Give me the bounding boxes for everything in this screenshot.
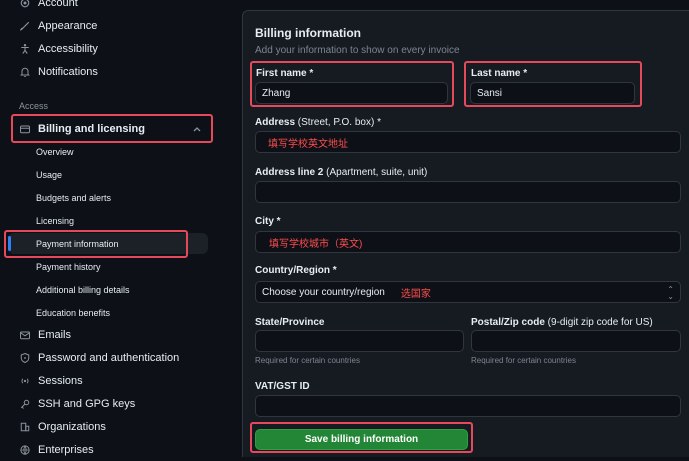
broadcast-icon <box>18 374 32 388</box>
sidebar-item-account[interactable]: Account <box>8 0 208 14</box>
globe-icon <box>18 443 32 457</box>
postal-label-text: Postal/Zip code <box>471 317 545 328</box>
sidebar-item-emails[interactable]: Emails <box>8 324 208 346</box>
gear-icon <box>18 0 32 10</box>
billing-subtitle: Add your information to show on every in… <box>255 45 460 56</box>
sidebar-subitem-licensing[interactable]: Licensing <box>36 211 74 231</box>
sidebar-item-notifications[interactable]: Notifications <box>8 61 208 83</box>
sidebar-item-label: Notifications <box>38 66 98 78</box>
sidebar-item-label: Billing and licensing <box>38 123 145 135</box>
organization-icon <box>18 420 32 434</box>
sidebar-item-appearance[interactable]: Appearance <box>8 15 208 37</box>
address-value: 填写学校英文地址 <box>268 138 348 150</box>
save-billing-button[interactable]: Save billing information <box>255 429 468 450</box>
address-label: Address (Street, P.O. box) * <box>255 117 381 128</box>
country-label: Country/Region * <box>255 265 337 276</box>
bell-icon <box>18 65 32 79</box>
select-arrows-icon: ⌃ ⌄ <box>667 285 674 301</box>
address-input[interactable]: 填写学校英文地址 <box>255 131 681 153</box>
address2-input[interactable] <box>255 181 681 203</box>
city-input[interactable]: 填写学校城市（英文) <box>255 231 681 253</box>
billing-title: Billing information <box>255 26 361 40</box>
sidebar-item-label: Accessibility <box>38 43 98 55</box>
accessibility-icon <box>18 42 32 56</box>
sidebar-item-sessions[interactable]: Sessions <box>8 370 208 392</box>
last-name-input[interactable]: Sansi <box>470 82 635 104</box>
sidebar-item-organizations[interactable]: Organizations <box>8 416 208 438</box>
country-annotation: 选国家 <box>400 288 431 300</box>
sidebar-subitem-payment-history[interactable]: Payment history <box>36 257 101 277</box>
city-label: City * <box>255 216 281 227</box>
chevron-up-icon[interactable] <box>192 124 202 134</box>
sidebar-item-label: Enterprises <box>38 444 94 456</box>
first-name-label: First name * <box>256 68 314 79</box>
vat-label: VAT/GST ID <box>255 381 310 392</box>
sidebar-item-label: Sessions <box>38 375 83 387</box>
last-name-value: Sansi <box>477 87 503 99</box>
first-name-input[interactable]: Zhang <box>255 82 448 104</box>
settings-sidebar: Account Appearance Accessibility Notific… <box>0 0 222 456</box>
sidebar-item-billing[interactable]: Billing and licensing <box>8 118 208 140</box>
sidebar-item-label: Account <box>38 0 78 9</box>
sidebar-subitem-usage[interactable]: Usage <box>36 165 62 185</box>
sidebar-subitem-payment-info[interactable]: Payment information <box>36 234 119 254</box>
last-name-label: Last name * <box>471 68 528 79</box>
credit-card-icon <box>18 122 32 136</box>
sidebar-item-label: Organizations <box>38 421 106 433</box>
active-indicator <box>8 236 11 251</box>
state-hint: Required for certain countries <box>255 356 360 365</box>
sidebar-item-password[interactable]: Password and authentication <box>8 347 208 369</box>
sidebar-subitem-budgets[interactable]: Budgets and alerts <box>36 188 111 208</box>
address-label-text: Address <box>255 117 296 128</box>
state-input[interactable] <box>255 330 464 352</box>
paintbrush-icon <box>18 19 32 33</box>
postal-input[interactable] <box>471 330 681 352</box>
sidebar-subitem-education[interactable]: Education benefits <box>36 303 110 323</box>
mail-icon <box>18 328 32 342</box>
sidebar-subitem-overview[interactable]: Overview <box>36 142 74 162</box>
shield-lock-icon <box>18 351 32 365</box>
vat-input[interactable] <box>255 395 681 417</box>
address-label-note: (Street, P.O. box) * <box>295 117 381 128</box>
city-value: 填写学校城市（英文) <box>269 238 363 250</box>
first-name-value: Zhang <box>262 87 291 99</box>
sidebar-item-enterprises[interactable]: Enterprises <box>8 439 208 461</box>
sidebar-item-label: SSH and GPG keys <box>38 398 136 410</box>
address2-label: Address line 2 (Apartment, suite, unit) <box>255 167 427 178</box>
country-select[interactable]: Choose your country/region 选国家 ⌃ ⌄ <box>255 281 681 303</box>
address2-label-text: Address line 2 <box>255 167 324 178</box>
sidebar-item-label: Appearance <box>38 20 98 32</box>
sidebar-item-ssh-gpg[interactable]: SSH and GPG keys <box>8 393 208 415</box>
sidebar-section-access: Access <box>19 101 49 111</box>
sidebar-item-label: Password and authentication <box>38 352 180 364</box>
key-icon <box>18 397 32 411</box>
postal-label: Postal/Zip code (9-digit zip code for US… <box>471 317 653 328</box>
address2-label-note: (Apartment, suite, unit) <box>323 167 428 178</box>
sidebar-item-label: Emails <box>38 329 72 341</box>
sidebar-item-accessibility[interactable]: Accessibility <box>8 38 208 60</box>
country-value: Choose your country/region <box>262 286 385 298</box>
state-label: State/Province <box>255 317 325 328</box>
postal-hint: Required for certain countries <box>471 356 576 365</box>
postal-label-note: (9-digit zip code for US) <box>544 317 653 328</box>
sidebar-subitem-additional-billing[interactable]: Additional billing details <box>36 280 130 300</box>
